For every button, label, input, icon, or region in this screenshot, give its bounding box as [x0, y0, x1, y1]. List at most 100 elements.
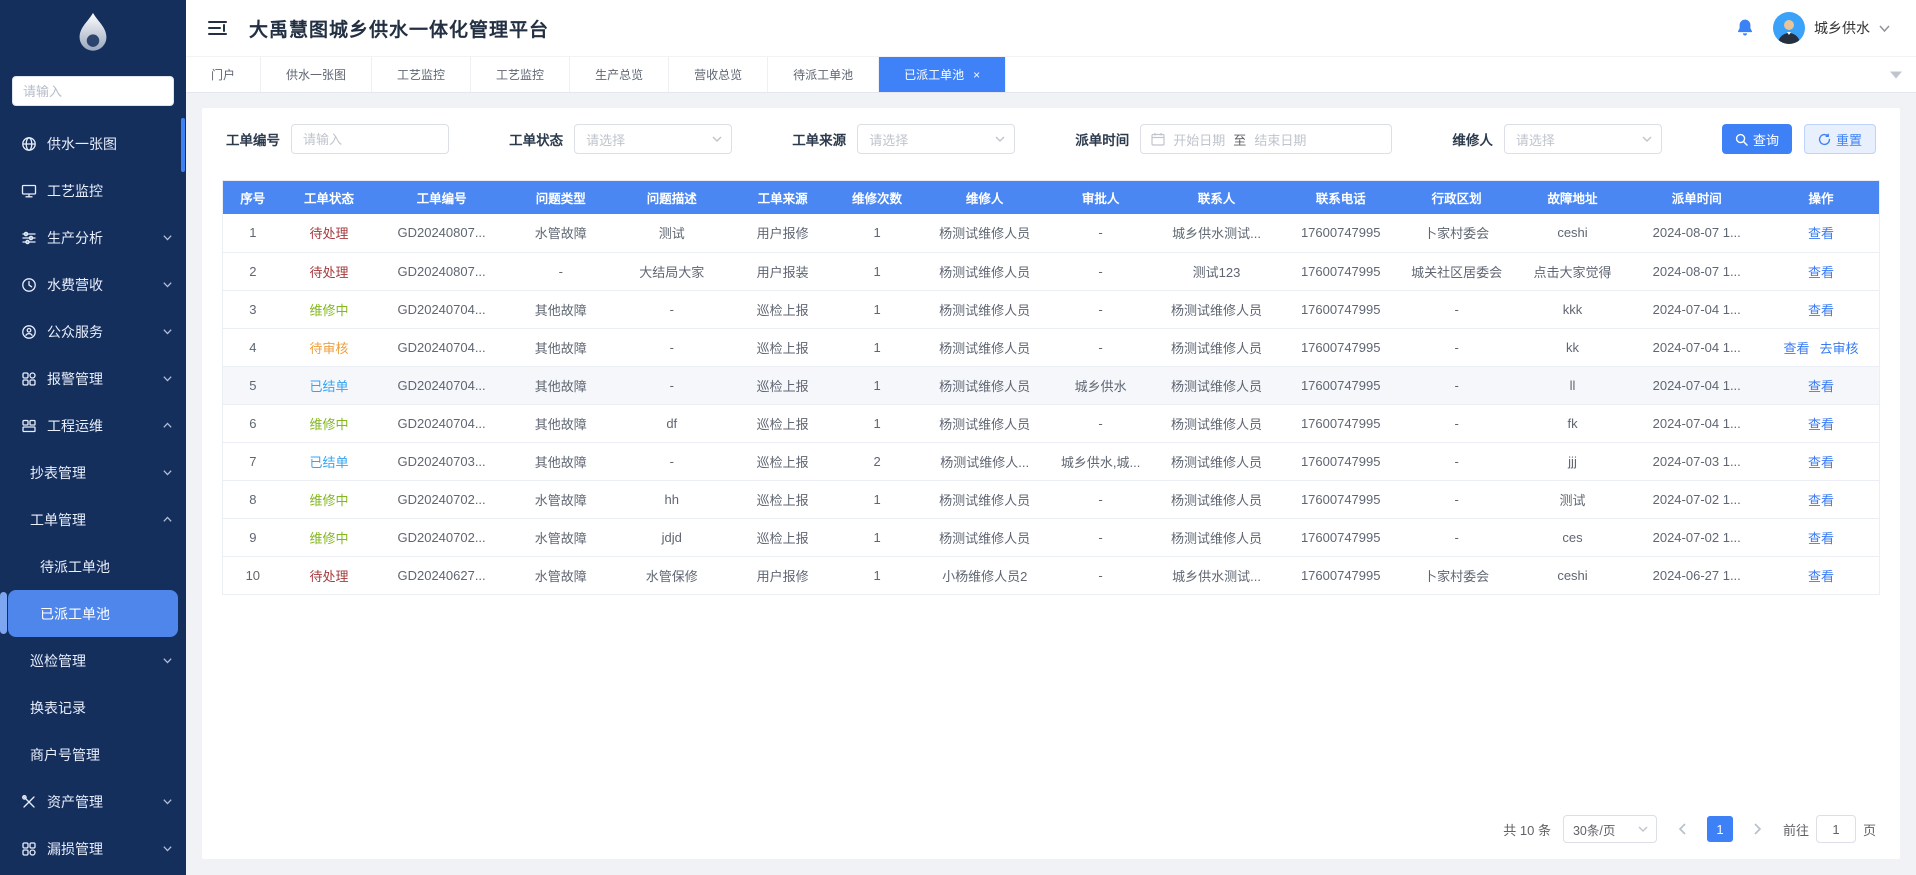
sidebar-item-15[interactable]: 资产管理	[0, 778, 186, 825]
prev-page-button[interactable]	[1669, 815, 1695, 843]
cell-no: 5	[223, 366, 283, 404]
view-link[interactable]: 查看	[1808, 569, 1834, 584]
sidebar-scrollbar-thumb-left[interactable]	[0, 592, 7, 634]
view-link[interactable]: 查看	[1808, 226, 1834, 241]
cell-order_no: GD20240703...	[375, 442, 507, 480]
view-link[interactable]: 查看	[1808, 493, 1834, 508]
view-link[interactable]: 查看	[1808, 303, 1834, 318]
order-status-select[interactable]: 请选择	[574, 124, 732, 154]
cell-address: ceshi	[1515, 556, 1631, 594]
cell-actions: 查看	[1763, 556, 1879, 594]
cell-status: 维修中	[283, 290, 376, 328]
view-link[interactable]: 查看	[1808, 417, 1834, 432]
tab-5[interactable]: 生产总览	[570, 57, 669, 92]
sidebar-scrollbar-thumb[interactable]	[181, 118, 185, 172]
order-source-label: 工单来源	[792, 129, 846, 149]
alarm-icon	[20, 370, 37, 387]
tab-8[interactable]: 已派工单池×	[879, 57, 1006, 92]
cell-no: 4	[223, 328, 283, 366]
view-link[interactable]: 查看	[1808, 531, 1834, 546]
view-link[interactable]: 查看	[1783, 341, 1809, 356]
tab-close-icon[interactable]: ×	[973, 69, 980, 81]
cell-status: 已结单	[283, 442, 376, 480]
cell-order_no: GD20240627...	[375, 556, 507, 594]
sidebar-item-12[interactable]: 巡检管理	[0, 637, 186, 684]
next-page-button[interactable]	[1745, 815, 1771, 843]
cell-repairer: 杨测试维修人员	[918, 328, 1050, 366]
page-number-current[interactable]: 1	[1707, 816, 1733, 842]
cell-approver: 城乡供水	[1051, 366, 1150, 404]
cell-source: 巡检上报	[730, 290, 836, 328]
cell-dispatch_time: 2024-07-04 1...	[1630, 366, 1762, 404]
column-header: 维修次数	[836, 181, 919, 214]
tab-label: 生产总览	[595, 66, 643, 83]
cell-address: jjj	[1515, 442, 1631, 480]
tab-1[interactable]: 门户	[186, 57, 261, 92]
goto-page-input[interactable]	[1816, 815, 1856, 843]
pagination: 共 10 条 30条/页 1 前往 页	[222, 809, 1880, 847]
cell-source: 巡检上报	[730, 328, 836, 366]
sidebar-item-5[interactable]: 公众服务	[0, 308, 186, 355]
sidebar-item-14[interactable]: 商户号管理	[0, 731, 186, 778]
sidebar-item-label: 供水一张图	[47, 134, 117, 154]
cell-repair_count: 1	[836, 518, 919, 556]
page-suffix: 页	[1863, 820, 1876, 839]
cell-approver: -	[1051, 556, 1150, 594]
cell-problem_type: 其他故障	[508, 366, 614, 404]
tab-3[interactable]: 工艺监控	[372, 57, 471, 92]
user-menu[interactable]: 城乡供水	[1773, 12, 1890, 44]
search-button[interactable]: 查询	[1722, 124, 1792, 154]
cell-phone: 17600747995	[1283, 518, 1399, 556]
column-header: 工单编号	[375, 181, 507, 214]
view-link[interactable]: 查看	[1808, 379, 1834, 394]
cell-approver: -	[1051, 328, 1150, 366]
sidebar-item-9[interactable]: 工单管理	[0, 496, 186, 543]
cell-approver: -	[1051, 252, 1150, 290]
cell-problem_desc: df	[614, 404, 730, 442]
dispatch-time-range-picker[interactable]: 开始日期 至 结束日期	[1140, 124, 1392, 154]
sidebar-item-6[interactable]: 报警管理	[0, 355, 186, 402]
table-row: 4待审核GD20240704...其他故障-巡检上报1杨测试维修人员-杨测试维修…	[223, 328, 1879, 366]
cell-order_no: GD20240704...	[375, 290, 507, 328]
cell-phone: 17600747995	[1283, 442, 1399, 480]
sidebar-item-label: 公众服务	[47, 322, 103, 342]
cell-district: -	[1399, 442, 1515, 480]
tab-2[interactable]: 供水一张图	[261, 57, 372, 92]
ops-icon	[20, 417, 37, 434]
sidebar-item-3[interactable]: 生产分析	[0, 214, 186, 261]
cell-source: 巡检上报	[730, 442, 836, 480]
tab-overflow-caret-icon[interactable]	[1890, 71, 1902, 78]
table-row: 8维修中GD20240702...水管故障hh巡检上报1杨测试维修人员-杨测试维…	[223, 480, 1879, 518]
sidebar-item-4[interactable]: 水费营收	[0, 261, 186, 308]
sidebar-search-input[interactable]	[12, 76, 174, 106]
reset-button[interactable]: 重置	[1804, 124, 1876, 154]
sidebar: 供水一张图工艺监控生产分析水费营收公众服务报警管理工程运维抄表管理工单管理待派工…	[0, 0, 186, 875]
view-link[interactable]: 查看	[1808, 455, 1834, 470]
tab-4[interactable]: 工艺监控	[471, 57, 570, 92]
sidebar-item-1[interactable]: 供水一张图	[0, 120, 186, 167]
cell-address: ces	[1515, 518, 1631, 556]
cell-address: kk	[1515, 328, 1631, 366]
collapse-menu-icon[interactable]	[208, 20, 227, 36]
review-link[interactable]: 去审核	[1819, 341, 1858, 356]
notification-bell-icon[interactable]	[1735, 18, 1755, 38]
cell-problem_desc: 水管保修	[614, 556, 730, 594]
sidebar-item-13[interactable]: 换表记录	[0, 684, 186, 731]
tab-6[interactable]: 营收总览	[669, 57, 768, 92]
cell-problem_type: 水管故障	[508, 556, 614, 594]
order-no-input[interactable]	[291, 124, 449, 154]
cell-problem_type: 水管故障	[508, 214, 614, 252]
repairer-select[interactable]: 请选择	[1504, 124, 1662, 154]
sidebar-item-11[interactable]: 已派工单池	[8, 590, 178, 637]
sidebar-item-7[interactable]: 工程运维	[0, 402, 186, 449]
sidebar-item-2[interactable]: 工艺监控	[0, 167, 186, 214]
order-source-select[interactable]: 请选择	[857, 124, 1015, 154]
page-size-select[interactable]: 30条/页	[1563, 815, 1657, 843]
goto-label: 前往	[1783, 820, 1809, 839]
view-link[interactable]: 查看	[1808, 265, 1834, 280]
sidebar-item-label: 换表记录	[30, 698, 86, 718]
tab-7[interactable]: 待派工单池	[768, 57, 879, 92]
sidebar-item-10[interactable]: 待派工单池	[0, 543, 186, 590]
sidebar-item-8[interactable]: 抄表管理	[0, 449, 186, 496]
sidebar-item-16[interactable]: 漏损管理	[0, 825, 186, 872]
